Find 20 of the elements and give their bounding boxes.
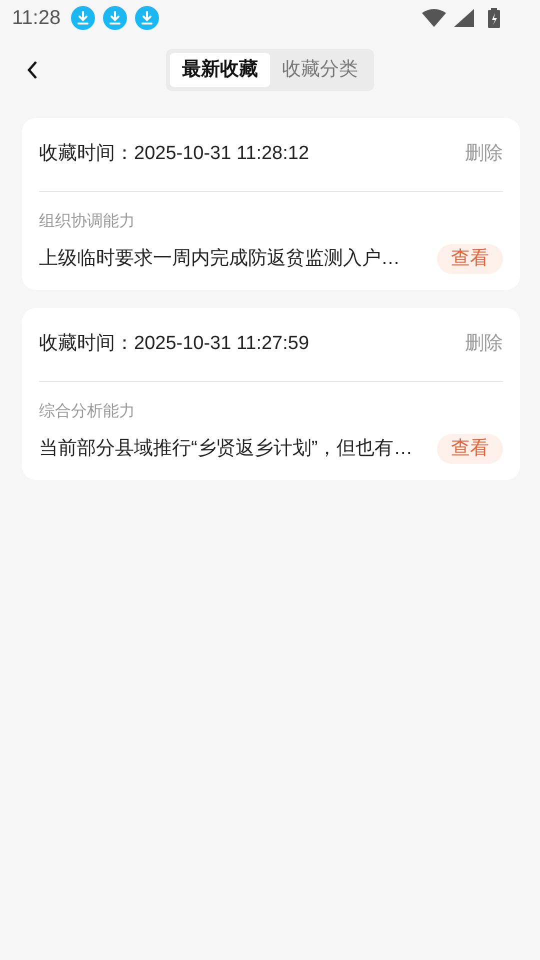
delete-button[interactable]: 删除 [465, 330, 503, 359]
delete-button[interactable]: 删除 [465, 140, 503, 169]
category-label: 组织协调能力 [39, 212, 136, 232]
download-icon [134, 6, 159, 30]
question-excerpt: 上级临时要求一周内完成防返贫监测入户… [39, 246, 400, 271]
download-icon [102, 6, 127, 30]
question-excerpt: 当前部分县域推行“乡贤返乡计划”，但也有… [39, 436, 413, 461]
tab[interactable]: 收藏分类 [270, 53, 370, 87]
favorite-time: 收藏时间：2025-10-31 11:28:12 [39, 142, 310, 166]
download-icon [70, 6, 95, 30]
signal-icon [454, 9, 474, 27]
back-icon [26, 60, 38, 80]
category-label: 综合分析能力 [39, 402, 136, 422]
status-time: 11:28 [12, 6, 61, 31]
battery-icon [488, 8, 500, 28]
view-button[interactable]: 查看 [437, 244, 503, 274]
favorite-time: 收藏时间：2025-10-31 11:27:59 [39, 332, 310, 356]
wifi-icon [422, 9, 446, 27]
view-button[interactable]: 查看 [437, 434, 503, 464]
tab[interactable]: 最新收藏 [170, 53, 270, 87]
